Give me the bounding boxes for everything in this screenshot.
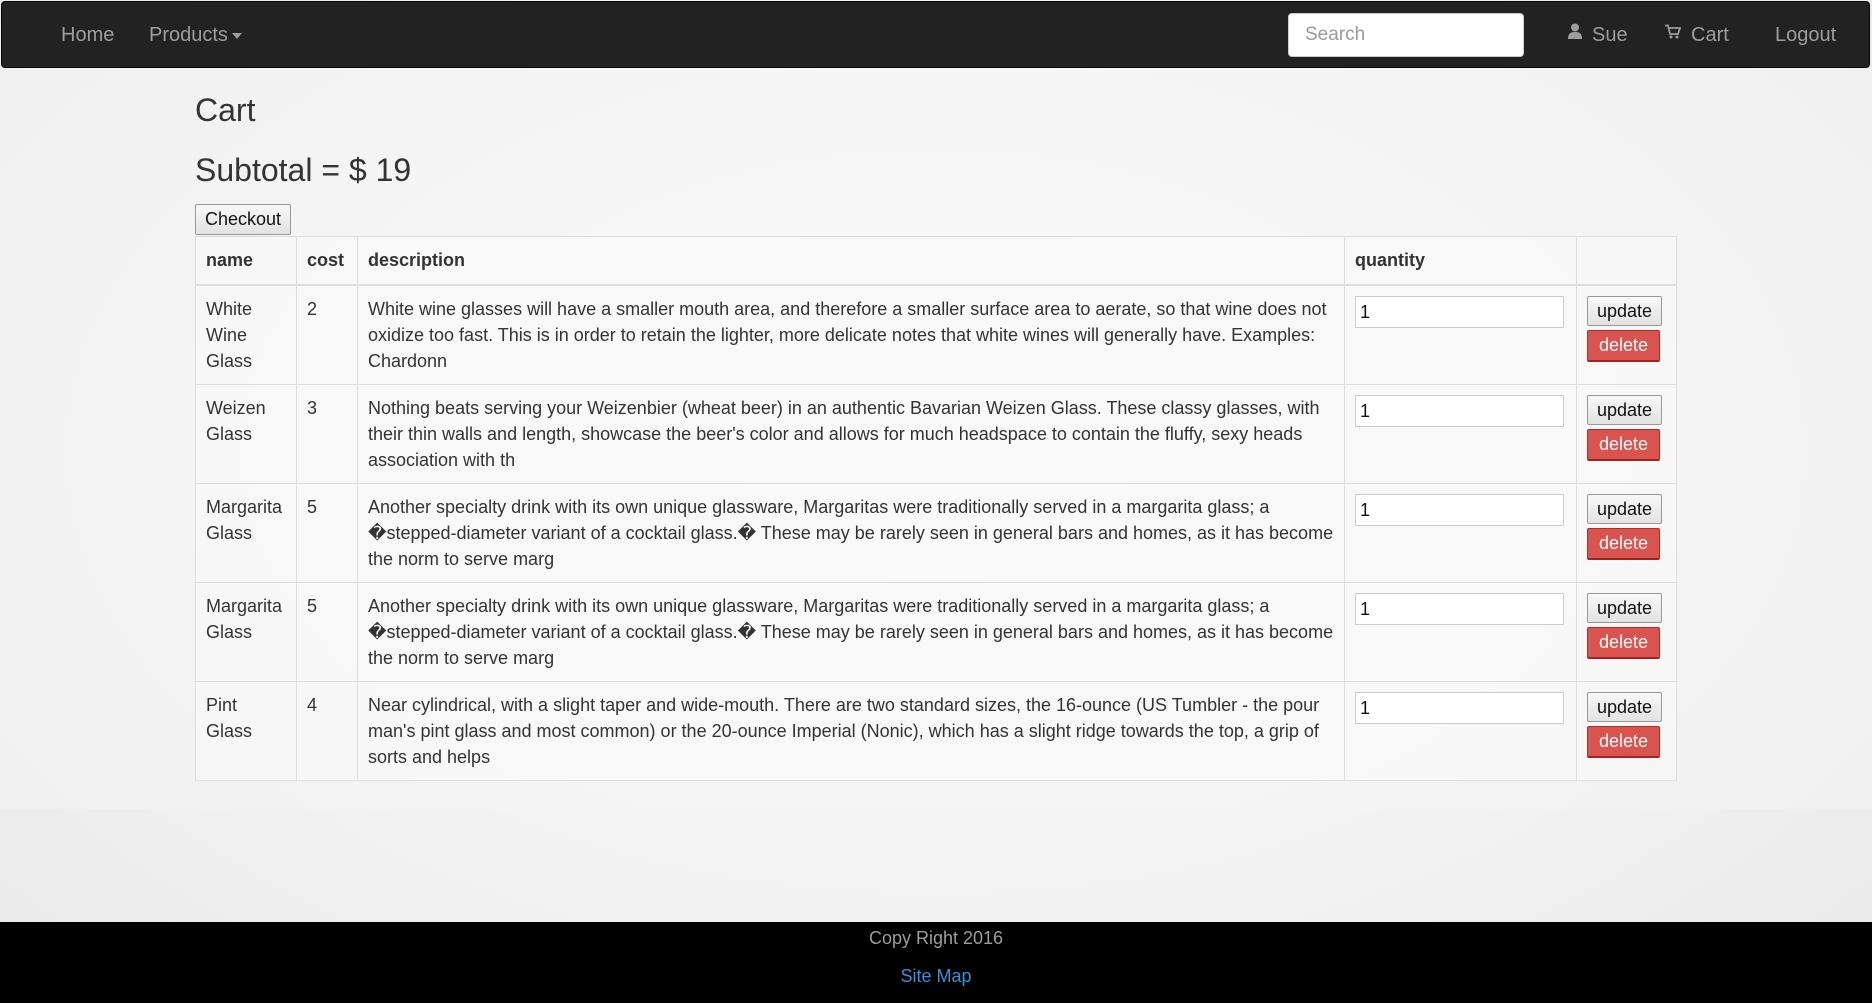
table-row: Margarita Glass 5 Another specialty drin… — [195, 582, 1677, 682]
quantity-input[interactable] — [1355, 593, 1564, 625]
item-name: White Wine Glass — [195, 284, 297, 385]
item-description: White wine glasses will have a smaller m… — [357, 284, 1345, 385]
quantity-input[interactable] — [1355, 692, 1564, 724]
nav-logout-link[interactable]: Logout — [1775, 2, 1836, 69]
item-name: Weizen Glass — [195, 384, 297, 484]
item-quantity-cell — [1344, 681, 1577, 781]
update-button[interactable]: update — [1587, 494, 1663, 524]
table-row: Weizen Glass 3 Nothing beats serving you… — [195, 384, 1677, 484]
item-cost: 4 — [296, 681, 358, 781]
header-quantity: quantity — [1344, 236, 1577, 286]
item-description: Another specialty drink with its own uni… — [357, 483, 1345, 583]
item-actions-cell: update delete — [1576, 384, 1677, 484]
table-row: Pint Glass 4 Near cylindrical, with a sl… — [195, 681, 1677, 781]
footer: Copy Right 2016 Site Map — [0, 922, 1872, 1003]
checkout-button[interactable]: Checkout — [195, 204, 292, 235]
nav-products-dropdown[interactable]: Products — [149, 2, 242, 69]
nav-products-label: Products — [149, 24, 228, 46]
table-row: Margarita Glass 5 Another specialty drin… — [195, 483, 1677, 583]
cart-table: name cost description quantity White Win… — [195, 236, 1677, 781]
nav-user-link[interactable]: Sue — [1568, 2, 1628, 69]
nav-cart-link[interactable]: Cart — [1665, 2, 1729, 69]
item-quantity-cell — [1344, 384, 1577, 484]
item-actions-cell: update delete — [1576, 483, 1677, 583]
search-input[interactable] — [1288, 13, 1524, 57]
item-cost: 5 — [296, 582, 358, 682]
top-navbar: Home Products Sue Cart Logout — [1, 1, 1870, 68]
item-description: Another specialty drink with its own uni… — [357, 582, 1345, 682]
item-quantity-cell — [1344, 483, 1577, 583]
user-icon — [1568, 0, 1582, 67]
item-actions-cell: update delete — [1576, 284, 1677, 385]
item-name: Margarita Glass — [195, 582, 297, 682]
header-description: description — [357, 236, 1345, 286]
delete-button[interactable]: delete — [1587, 726, 1661, 758]
update-button[interactable]: update — [1587, 395, 1663, 425]
quantity-input[interactable] — [1355, 296, 1564, 328]
item-quantity-cell — [1344, 284, 1577, 385]
cart-icon — [1665, 0, 1682, 67]
copyright-text: Copy Right 2016 — [868, 928, 1004, 948]
item-name: Pint Glass — [195, 681, 297, 781]
delete-button[interactable]: delete — [1587, 528, 1661, 560]
quantity-input[interactable] — [1355, 395, 1564, 427]
page-title: Cart — [195, 92, 256, 128]
item-description: Nothing beats serving your Weizenbier (w… — [357, 384, 1345, 484]
item-description: Near cylindrical, with a slight taper an… — [357, 681, 1345, 781]
item-name: Margarita Glass — [195, 483, 297, 583]
item-cost: 3 — [296, 384, 358, 484]
update-button[interactable]: update — [1587, 692, 1663, 722]
delete-button[interactable]: delete — [1587, 330, 1661, 362]
item-actions-cell: update delete — [1576, 582, 1677, 682]
item-cost: 2 — [296, 284, 358, 385]
item-cost: 5 — [296, 483, 358, 583]
quantity-input[interactable] — [1355, 494, 1564, 526]
table-header-row: name cost description quantity — [195, 236, 1677, 286]
delete-button[interactable]: delete — [1587, 627, 1661, 659]
item-quantity-cell — [1344, 582, 1577, 682]
update-button[interactable]: update — [1587, 593, 1663, 623]
nav-cart-label: Cart — [1691, 24, 1729, 46]
nav-home-link[interactable]: Home — [61, 2, 114, 69]
chevron-down-icon — [231, 32, 242, 39]
sitemap-link[interactable]: Site Map — [0, 966, 1872, 987]
header-cost: cost — [296, 236, 358, 286]
update-button[interactable]: update — [1587, 296, 1663, 326]
header-actions — [1576, 236, 1677, 286]
header-name: name — [195, 236, 297, 286]
subtotal: Subtotal = $ 19 — [195, 152, 412, 188]
item-actions-cell: update delete — [1576, 681, 1677, 781]
nav-user-label: Sue — [1592, 24, 1628, 46]
delete-button[interactable]: delete — [1587, 429, 1661, 461]
table-row: White Wine Glass 2 White wine glasses wi… — [195, 284, 1677, 385]
